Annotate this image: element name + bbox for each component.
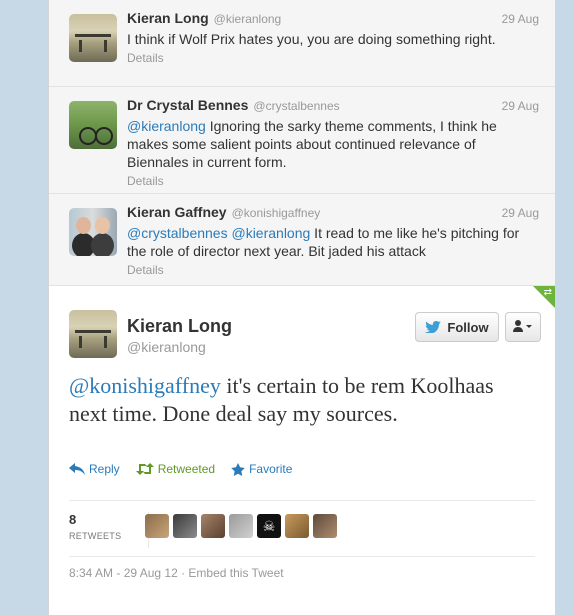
conversation-list: Kieran Long @kieranlong 29 Aug I think i… — [49, 0, 555, 286]
details-link[interactable]: Details — [127, 263, 539, 277]
retweet-corner-icon: ⇄ — [543, 287, 552, 298]
retweeter-avatar[interactable] — [229, 514, 253, 538]
retweet-count-label: RETWEETS — [69, 531, 122, 541]
follow-button[interactable]: Follow — [415, 312, 499, 342]
retweeted-label: Retweeted — [157, 462, 216, 476]
retweeted-button[interactable]: Retweeted — [135, 462, 216, 476]
avatar[interactable] — [69, 101, 117, 149]
avatar[interactable] — [69, 208, 117, 256]
author-name[interactable]: Kieran Long — [127, 316, 232, 337]
follow-button-label: Follow — [447, 319, 489, 335]
user-dropdown-icon — [513, 319, 533, 335]
reply-tweet[interactable]: Kieran Gaffney @konishigaffney 29 Aug @c… — [49, 194, 555, 286]
reply-label: Reply — [89, 462, 120, 476]
author-handle[interactable]: @crystalbennes — [253, 99, 339, 113]
reply-tweet[interactable]: Kieran Long @kieranlong 29 Aug I think i… — [49, 0, 555, 87]
twitter-bird-icon — [425, 321, 442, 333]
retweeter-avatar[interactable] — [313, 514, 337, 538]
author-handle[interactable]: @kieranlong — [127, 339, 206, 355]
retweeter-avatar[interactable] — [201, 514, 225, 538]
tweet-date[interactable]: 29 Aug — [502, 99, 539, 113]
tweet-header: Kieran Gaffney @konishigaffney 29 Aug — [127, 204, 539, 222]
tweet-header: Kieran Long @kieranlong 29 Aug — [127, 10, 539, 28]
reply-button[interactable]: Reply — [69, 462, 120, 476]
favorite-label: Favorite — [249, 462, 293, 476]
author-handle[interactable]: @konishigaffney — [232, 206, 321, 220]
avatar[interactable] — [69, 14, 117, 62]
retweet-icon — [135, 463, 154, 475]
user-actions-dropdown[interactable] — [505, 312, 541, 342]
retweet-stats[interactable]: 8 RETWEETS — [69, 512, 149, 548]
avatar[interactable] — [69, 310, 117, 358]
details-link[interactable]: Details — [127, 174, 539, 188]
tweet-card: Kieran Long @kieranlong 29 Aug I think i… — [48, 0, 556, 615]
retweeter-avatar[interactable] — [285, 514, 309, 538]
main-tweet: ⇄ Kieran Long @kieranlong Follow @konish… — [49, 286, 555, 615]
retweet-count: 8 — [69, 512, 77, 527]
favorite-button[interactable]: Favorite — [231, 462, 292, 476]
tweet-actions: Reply Retweeted Favorite — [69, 462, 292, 476]
tweet-date[interactable]: 29 Aug — [502, 12, 539, 26]
retweeter-avatar[interactable]: ☠ — [257, 514, 281, 538]
author-handle[interactable]: @kieranlong — [214, 12, 282, 26]
tweet-text: @crystalbennes @kieranlong It read to me… — [127, 224, 539, 260]
retweeter-avatar[interactable] — [173, 514, 197, 538]
divider — [69, 500, 535, 501]
retweeter-avatars: ☠ — [145, 514, 337, 538]
tweet-text: I think if Wolf Prix hates you, you are … — [127, 30, 539, 48]
reply-arrow-icon — [69, 463, 85, 475]
tweet-date[interactable]: 29 Aug — [502, 206, 539, 220]
main-tweet-text: @konishigaffney it's certain to be rem K… — [69, 372, 499, 428]
author-name[interactable]: Kieran Long — [127, 10, 209, 26]
mention-link[interactable]: @kieranlong — [127, 118, 206, 134]
mention-link[interactable]: @crystalbennes @kieranlong — [127, 225, 310, 241]
tweet-header: Dr Crystal Bennes @crystalbennes 29 Aug — [127, 97, 539, 115]
tweet-meta[interactable]: 8:34 AM - 29 Aug 12 · Embed this Tweet — [69, 566, 284, 580]
reply-tweet[interactable]: Dr Crystal Bennes @crystalbennes 29 Aug … — [49, 87, 555, 194]
details-link[interactable]: Details — [127, 51, 539, 65]
star-icon — [231, 462, 245, 476]
retweeter-avatar[interactable] — [145, 514, 169, 538]
author-name[interactable]: Kieran Gaffney — [127, 204, 227, 220]
tweet-body: I think if Wolf Prix hates you, you are … — [127, 31, 496, 47]
tweet-text: @kieranlong Ignoring the sarky theme com… — [127, 117, 539, 171]
author-name[interactable]: Dr Crystal Bennes — [127, 97, 248, 113]
divider — [69, 556, 535, 557]
mention-link[interactable]: @konishigaffney — [69, 373, 221, 398]
